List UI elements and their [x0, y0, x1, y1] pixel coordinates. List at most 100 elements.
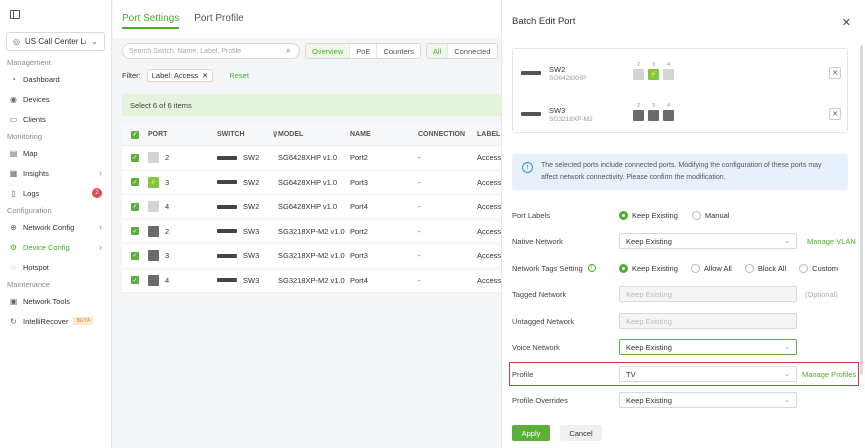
chevron-down-icon: ⌄ [784, 371, 790, 378]
tagged-network-input[interactable]: Keep Existing [619, 286, 797, 302]
table-row[interactable]: ✓ 2 SW3 SG3218XP-M2 v1.0 Port2 - Access [122, 220, 501, 244]
tab-port-profile[interactable]: Port Profile [194, 13, 243, 27]
search-icon: ⌕ [286, 46, 291, 55]
sidebar-item-clients[interactable]: ▭ Clients [0, 109, 111, 129]
sidebar-item-logs[interactable]: ▯ Logs 2 [0, 183, 111, 203]
remove-device-button[interactable]: ✕ [829, 67, 841, 79]
table-row[interactable]: ✓ 4 SW2 SG6428XHP v1.0 Port4 - Access [122, 195, 501, 220]
device-model: SG3218XP-M2 [549, 116, 593, 123]
port-group: 2 3 ⚡ 4 [633, 62, 674, 80]
batch-edit-drawer: Batch Edit Port ✕ SW2 SG6428XHP 2 3 ⚡ 4 ✕… [501, 0, 865, 448]
chevron-down-icon: ⌄ [784, 397, 790, 404]
sidebar-item-map[interactable]: ▤ Map [0, 143, 111, 163]
clients-icon: ▭ [9, 114, 18, 124]
seg-counters[interactable]: Counters [377, 44, 419, 58]
row-checkbox[interactable]: ✓ [131, 202, 139, 211]
tags-custom-radio[interactable]: Custom [799, 263, 838, 273]
switch-name: SW2 [243, 202, 260, 212]
table-body: ✓ 2 SW2 SG6428XHP v1.0 Port2 - Access ✓ ⚡ 3 SW2 SG6… [122, 146, 501, 293]
switch-icon [521, 71, 541, 75]
port-icon [648, 110, 659, 121]
view-segmented-control: Overview PoE Counters [305, 43, 421, 59]
sidebar-item-device-config[interactable]: ⚙ Device Config › [0, 237, 111, 257]
voice-network-select[interactable]: Keep Existing ⌄ [619, 339, 797, 355]
label-cell: Access [477, 275, 501, 285]
close-icon[interactable]: ✕ [202, 71, 208, 80]
search-input[interactable]: Search Switch, Name, Label, Profile ⌕ [122, 43, 300, 59]
sidebar-toggle-icon[interactable] [10, 10, 20, 19]
tags-block-all-radio[interactable]: Block All [744, 263, 786, 273]
row-checkbox[interactable]: ✓ [131, 178, 139, 187]
untagged-network-input[interactable]: Keep Existing [619, 313, 797, 329]
sidebar-item-dashboard[interactable]: ◔ Dashboard [0, 69, 111, 89]
native-network-select[interactable]: Keep Existing ⌄ [619, 233, 797, 249]
profile-select[interactable]: TV ⌄ [619, 366, 797, 382]
filter-icon[interactable]: ⊽ [273, 131, 278, 139]
tags-allow-all-radio[interactable]: Allow All [690, 263, 732, 273]
sidebar-item-intellirecover[interactable]: ↻ IntelliRecover BETA [0, 311, 111, 331]
model-cell: SG3218XP-M2 v1.0 [278, 275, 345, 285]
col-connection: CONNECTION [418, 131, 466, 138]
sidebar-item-devices[interactable]: ◉ Devices [0, 89, 111, 109]
row-checkbox[interactable]: ✓ [131, 227, 139, 236]
tab-bar: Port Settings Port Profile [113, 0, 501, 38]
port-labels-manual-radio[interactable]: Manual [691, 210, 729, 220]
sidebar-item-insights[interactable]: ▦ Insights › [0, 163, 111, 183]
port-labels-row: Port Labels Keep Existing Manual [512, 210, 730, 220]
manage-profiles-link[interactable]: Manage Profiles [802, 370, 856, 379]
seg-poe[interactable]: PoE [350, 44, 378, 58]
reset-link[interactable]: Reset [229, 71, 249, 80]
switch-icon [217, 180, 237, 185]
seg-all[interactable]: All [426, 44, 449, 58]
tab-port-settings[interactable]: Port Settings [122, 13, 180, 29]
ports-table: ✓ PORT SWITCH ⊽ MODEL NAME CONNECTION LAB… [122, 124, 501, 293]
sidebar-item-network-config[interactable]: ⊕ Network Config › [0, 217, 111, 237]
port-labels-keep-radio[interactable]: Keep Existing [619, 210, 678, 220]
connection-cell: - [418, 153, 421, 163]
close-icon[interactable]: ✕ [842, 16, 851, 29]
selected-devices: SW2 SG6428XHP 2 3 ⚡ 4 ✕ SW3 SG3218XP-M2 2… [512, 48, 848, 133]
name-cell: Port4 [350, 202, 368, 212]
port-number: 3 [165, 177, 170, 187]
network-tags-row: Network Tags Setting i Keep Existing Allo… [512, 263, 839, 273]
seg-connected[interactable]: Connected [448, 44, 496, 58]
toolbar: Search Switch, Name, Label, Profile ⌕ Ov… [122, 43, 501, 59]
section-monitoring: Monitoring [7, 132, 43, 141]
sidebar-item-hotspot[interactable]: ◌ Hotspot [0, 257, 111, 277]
table-row[interactable]: ✓ ⚡ 3 SW2 SG6428XHP v1.0 Port3 - Access [122, 171, 501, 195]
apply-button[interactable]: Apply [512, 425, 550, 441]
logs-badge: 2 [92, 188, 102, 198]
tags-keep-radio[interactable]: Keep Existing [619, 263, 678, 273]
sidebar-item-network-tools[interactable]: ▣ Network Tools [0, 291, 111, 311]
site-selector[interactable]: ◎ US Call Center La... ⌄ [6, 32, 105, 51]
cancel-button[interactable]: Cancel [560, 425, 602, 441]
model-cell: SG3218XP-M2 v1.0 [278, 226, 345, 236]
tools-icon: ▣ [9, 296, 18, 306]
filter-row: Filter: Label: Access ✕ Reset [122, 68, 249, 82]
row-checkbox[interactable]: ✓ [131, 276, 139, 285]
connection-cell: - [418, 177, 421, 187]
select-all-checkbox[interactable]: ✓ [131, 130, 139, 139]
col-port: PORT [148, 131, 168, 138]
filter-chip: Label: Access ✕ [146, 68, 214, 82]
col-label: LABEL [477, 131, 501, 138]
port-number: 2 [165, 153, 170, 163]
remove-device-button[interactable]: ✕ [829, 108, 841, 120]
connection-cell: - [418, 202, 421, 212]
table-row[interactable]: ✓ 4 SW3 SG3218XP-M2 v1.0 Port4 - Access [122, 269, 501, 293]
switch-icon [217, 253, 237, 258]
connection-cell: - [418, 275, 421, 285]
info-icon: i [522, 162, 533, 173]
profile-overrides-select[interactable]: Keep Existing ⌄ [619, 392, 797, 408]
row-checkbox[interactable]: ✓ [131, 251, 139, 260]
switch-name: SW3 [243, 226, 260, 236]
manage-vlan-link[interactable]: Manage VLAN [807, 237, 856, 246]
help-icon[interactable]: i [587, 264, 596, 272]
model-cell: SG6428XHP v1.0 [278, 153, 338, 163]
seg-overview[interactable]: Overview [306, 44, 351, 58]
table-row[interactable]: ✓ 3 SW3 SG3218XP-M2 v1.0 Port3 - Access [122, 244, 501, 269]
table-row[interactable]: ✓ 2 SW2 SG6428XHP v1.0 Port2 - Access [122, 146, 501, 171]
port-number: 2 [165, 226, 170, 236]
drawer-title: Batch Edit Port [512, 16, 576, 27]
row-checkbox[interactable]: ✓ [131, 153, 139, 162]
